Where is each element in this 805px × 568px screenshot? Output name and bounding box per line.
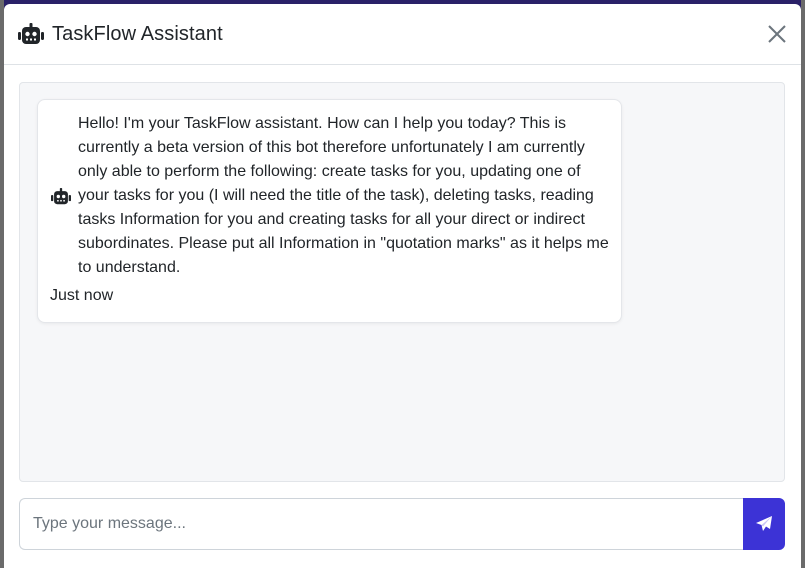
chat-messages-area[interactable]: Hello! I'm your TaskFlow assistant. How … — [19, 82, 785, 482]
composer — [19, 498, 785, 550]
bot-message: Hello! I'm your TaskFlow assistant. How … — [37, 99, 622, 323]
send-button[interactable] — [743, 498, 785, 550]
modal-title: TaskFlow Assistant — [52, 22, 223, 45]
message-text: Hello! I'm your TaskFlow assistant. How … — [78, 115, 609, 276]
close-icon — [768, 25, 786, 43]
message-timestamp: Just now — [50, 287, 114, 304]
robot-icon — [50, 185, 72, 207]
message-input[interactable] — [19, 498, 743, 550]
modal-header: TaskFlow Assistant — [4, 4, 801, 65]
assistant-modal: TaskFlow Assistant Hello! I'm your TaskF… — [4, 4, 801, 568]
paper-plane-icon — [756, 516, 772, 531]
message-content-row: Hello! I'm your TaskFlow assistant. How … — [50, 112, 609, 280]
robot-icon — [18, 21, 44, 47]
close-button[interactable] — [765, 22, 789, 46]
backdrop-edge — [801, 0, 805, 568]
